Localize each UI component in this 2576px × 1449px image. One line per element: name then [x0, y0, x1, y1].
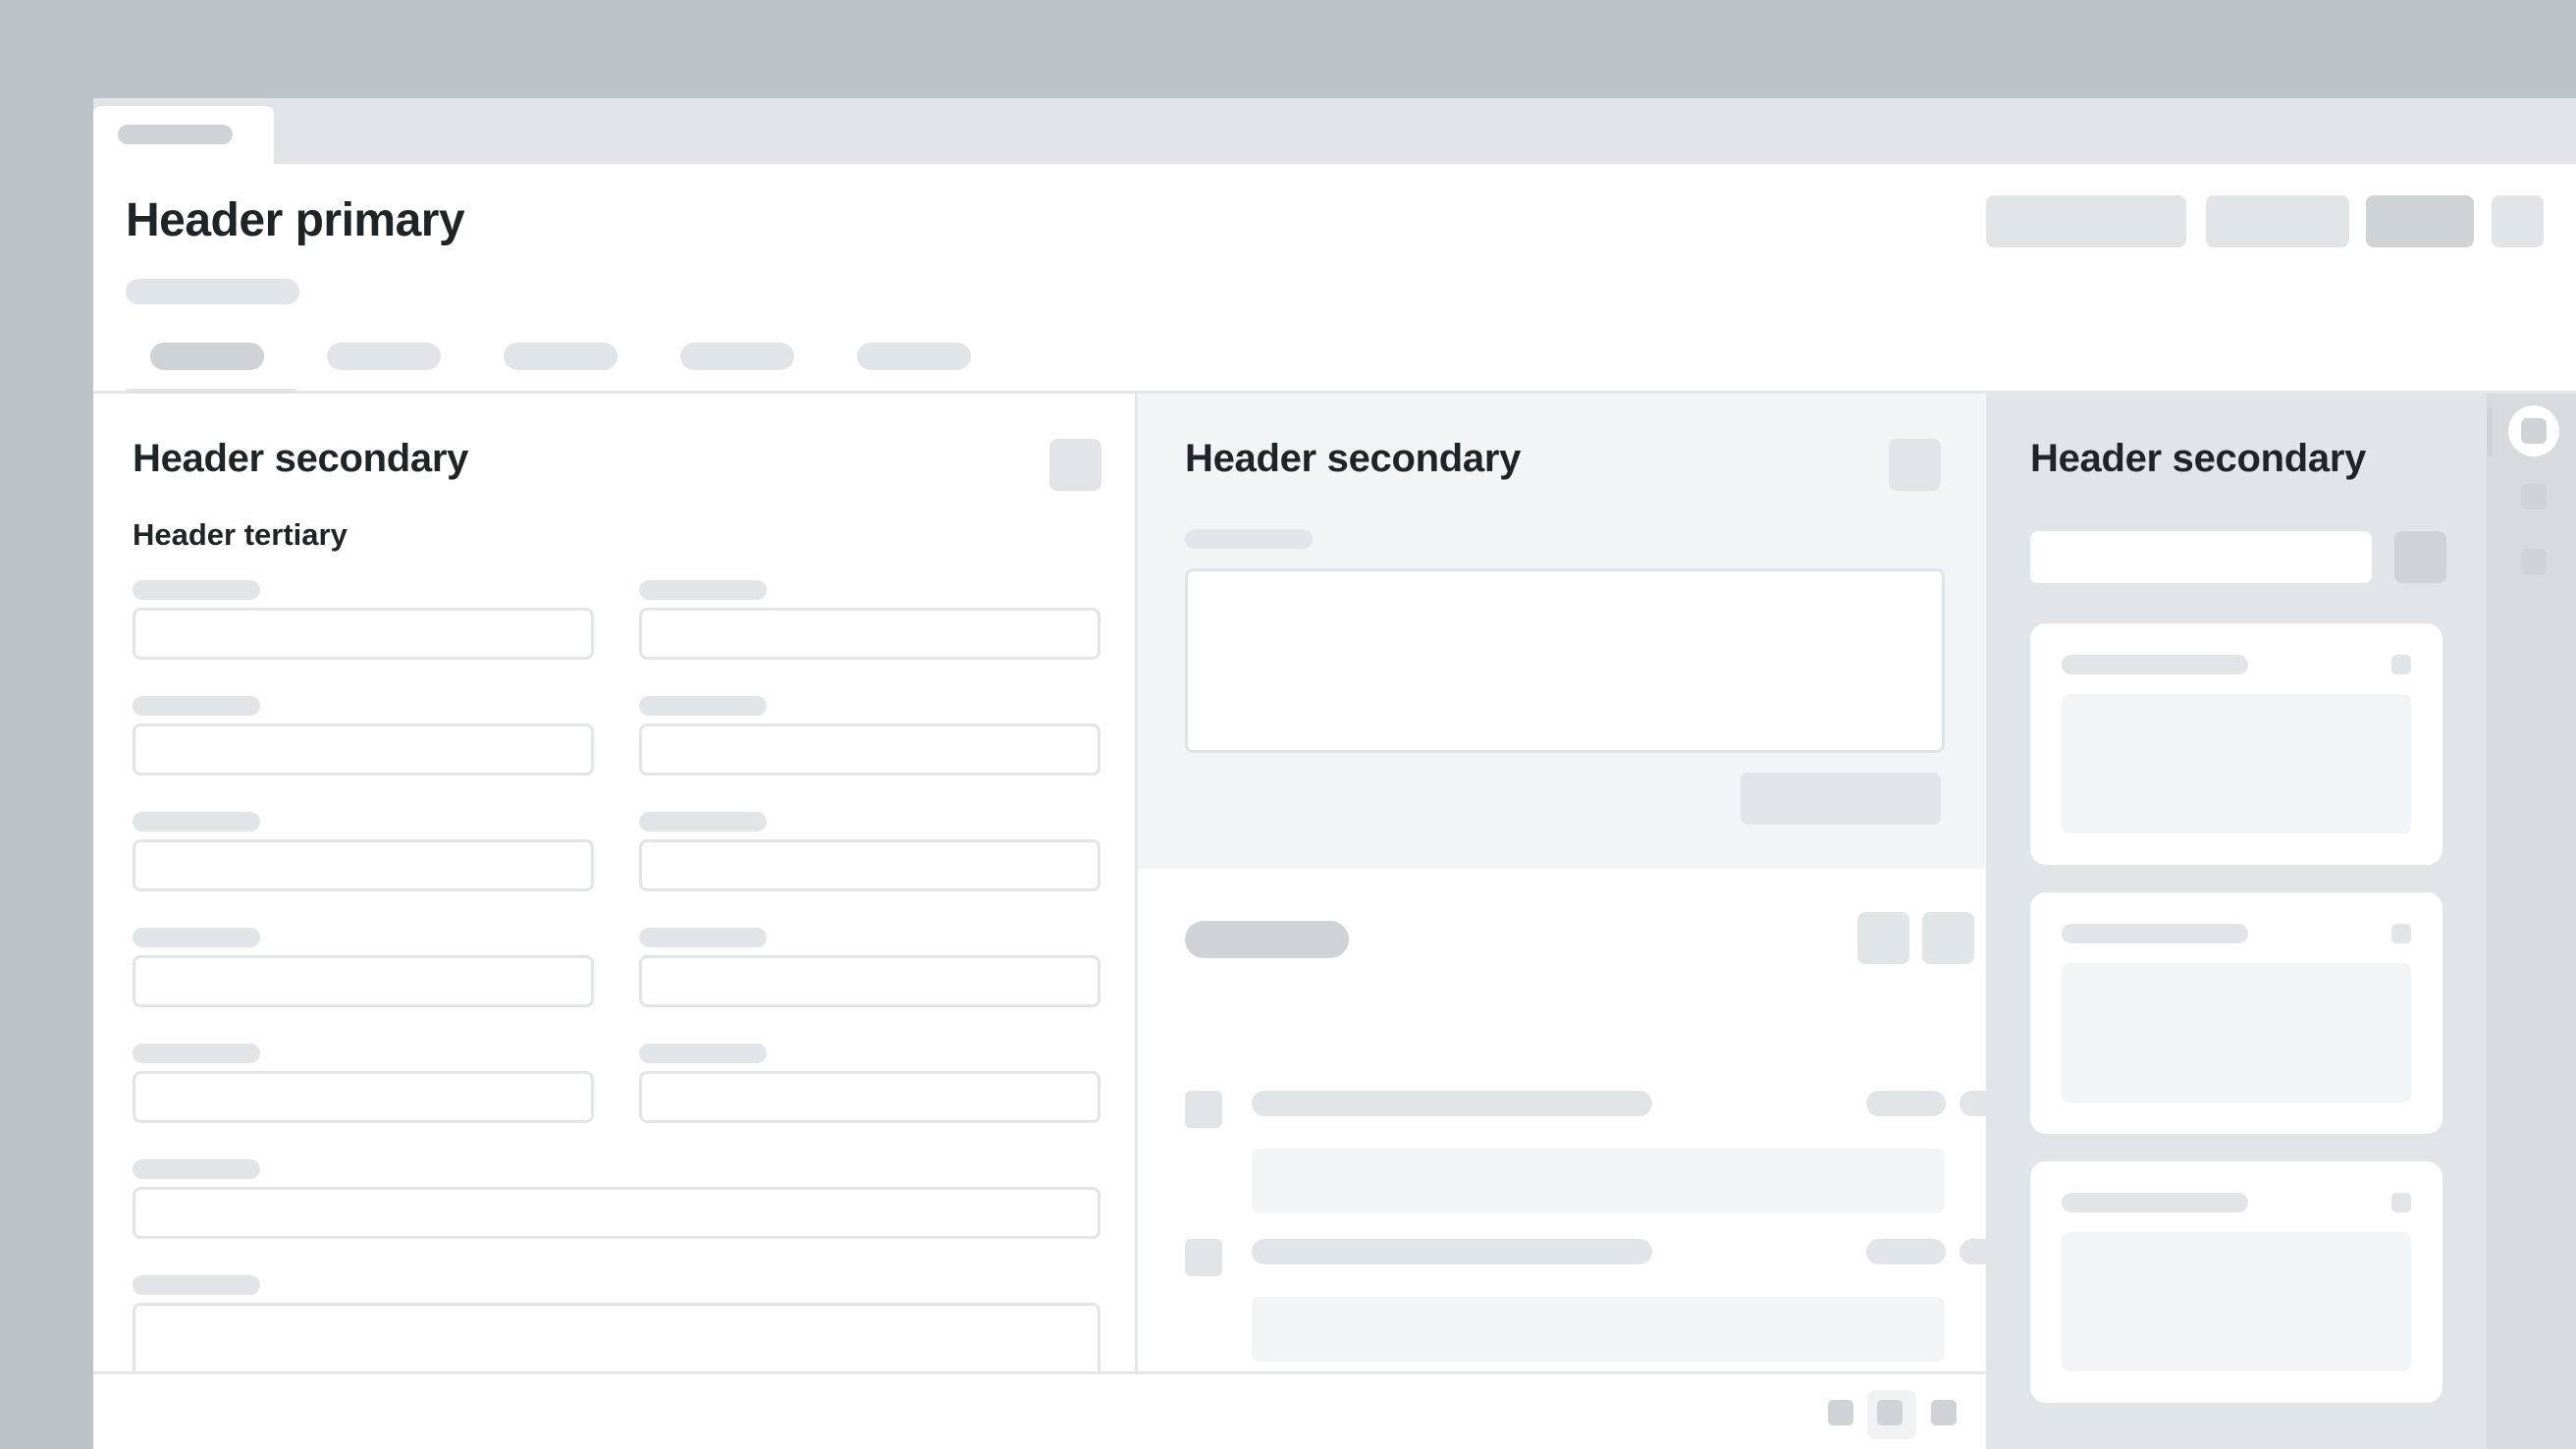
- tab-4[interactable]: [680, 343, 794, 370]
- details-card[interactable]: [2030, 892, 2442, 1134]
- field-label-placeholder: [133, 812, 260, 832]
- page-subtitle-placeholder: [126, 279, 299, 304]
- row-checkbox[interactable]: [1185, 1239, 1222, 1276]
- card-body-placeholder: [2062, 1232, 2411, 1371]
- card-title-placeholder: [2062, 655, 2248, 674]
- list-item-title-placeholder: [1252, 1091, 1652, 1116]
- list-item-tag: [1866, 1239, 1946, 1264]
- footer-bar: [93, 1371, 1986, 1449]
- browser-tab-strip: [93, 98, 2576, 164]
- card-body-placeholder: [2062, 963, 2411, 1102]
- tab-5[interactable]: [857, 343, 971, 370]
- details-card[interactable]: [2030, 1161, 2442, 1403]
- form-field[interactable]: [639, 608, 1100, 660]
- list-tool-button-1[interactable]: [1857, 912, 1909, 964]
- form-field[interactable]: [639, 1071, 1100, 1123]
- form-field[interactable]: [133, 724, 594, 776]
- rail-item-icon[interactable]: [2521, 549, 2547, 574]
- list-filter-chip[interactable]: [1185, 921, 1349, 958]
- page-title: Header primary: [126, 194, 465, 246]
- form-field[interactable]: [639, 724, 1100, 776]
- header-action-button-1[interactable]: [1986, 195, 2186, 247]
- list-item-body: [1252, 1149, 1945, 1213]
- rail-active-icon: [2521, 418, 2547, 444]
- form-field[interactable]: [639, 955, 1100, 1007]
- form-textarea[interactable]: [133, 1303, 1100, 1371]
- form-field[interactable]: [133, 955, 594, 1007]
- tab-3[interactable]: [504, 343, 617, 370]
- list-item-title-placeholder: [1252, 1239, 1652, 1264]
- tab-label-placeholder: [118, 125, 233, 144]
- form-field[interactable]: [639, 839, 1100, 891]
- activity-panel-title: Header secondary: [1185, 437, 1522, 480]
- card-menu-icon[interactable]: [2391, 1193, 2411, 1212]
- form-panel-action-button[interactable]: [1049, 439, 1101, 491]
- field-label-placeholder: [639, 928, 767, 947]
- details-search-button[interactable]: [2394, 531, 2446, 583]
- comment-submit-button[interactable]: [1741, 773, 1941, 825]
- comment-input[interactable]: [1185, 568, 1945, 753]
- field-label-placeholder: [133, 1044, 260, 1063]
- form-panel-title: Header secondary: [133, 437, 469, 480]
- details-card[interactable]: [2030, 623, 2442, 865]
- header-action-button-2[interactable]: [2206, 195, 2349, 247]
- list-item-tag: [1959, 1239, 1986, 1264]
- row-checkbox[interactable]: [1185, 1091, 1222, 1128]
- details-search-input[interactable]: [2030, 531, 2372, 583]
- tab-2[interactable]: [327, 343, 441, 370]
- pagination-page-icon[interactable]: [1877, 1400, 1903, 1425]
- header-primary-button[interactable]: [2366, 195, 2474, 247]
- form-panel: Header secondary Header tertiary: [93, 394, 1138, 1371]
- form-field[interactable]: [133, 839, 594, 891]
- field-label-placeholder: [133, 1159, 260, 1179]
- list-tool-button-2[interactable]: [1922, 912, 1974, 964]
- header-more-button[interactable]: [2492, 195, 2544, 247]
- card-body-placeholder: [2062, 694, 2411, 833]
- field-label-placeholder: [133, 1275, 260, 1295]
- field-label-placeholder: [133, 928, 260, 947]
- form-field[interactable]: [133, 608, 594, 660]
- pagination-prev-icon[interactable]: [1828, 1400, 1853, 1425]
- field-label-placeholder: [639, 696, 767, 716]
- card-title-placeholder: [2062, 1193, 2248, 1212]
- card-title-placeholder: [2062, 924, 2248, 943]
- list-item-tag: [1866, 1091, 1946, 1116]
- form-field-wide[interactable]: [133, 1187, 1100, 1239]
- composer-label-placeholder: [1185, 529, 1313, 549]
- activity-panel-action-button[interactable]: [1889, 439, 1941, 491]
- field-label-placeholder: [639, 580, 767, 600]
- pagination-next-icon[interactable]: [1931, 1400, 1957, 1425]
- activity-panel: Header secondary: [1138, 394, 1986, 1371]
- card-menu-icon[interactable]: [2391, 655, 2411, 674]
- details-panel-title: Header secondary: [2030, 437, 2367, 480]
- app-window: Header primary Header secondary Header t…: [93, 98, 2576, 1449]
- comment-composer: Header secondary: [1138, 394, 1986, 869]
- list-item-body: [1252, 1297, 1945, 1362]
- field-label-placeholder: [639, 812, 767, 832]
- details-panel: Header secondary: [1986, 394, 2487, 1449]
- list-item-tag: [1959, 1091, 1986, 1116]
- field-label-placeholder: [133, 580, 260, 600]
- field-label-placeholder: [639, 1044, 767, 1063]
- tab-1[interactable]: [150, 343, 264, 370]
- form-section-title: Header tertiary: [133, 517, 348, 552]
- rail-item-icon[interactable]: [2521, 484, 2547, 510]
- browser-tab-active[interactable]: [93, 106, 274, 164]
- form-field[interactable]: [133, 1071, 594, 1123]
- rail-active-indicator: [2487, 407, 2493, 456]
- card-menu-icon[interactable]: [2391, 924, 2411, 943]
- page-header: Header primary: [93, 164, 2576, 394]
- side-rail: [2487, 394, 2576, 1449]
- rail-item-active[interactable]: [2508, 405, 2559, 456]
- field-label-placeholder: [133, 696, 260, 716]
